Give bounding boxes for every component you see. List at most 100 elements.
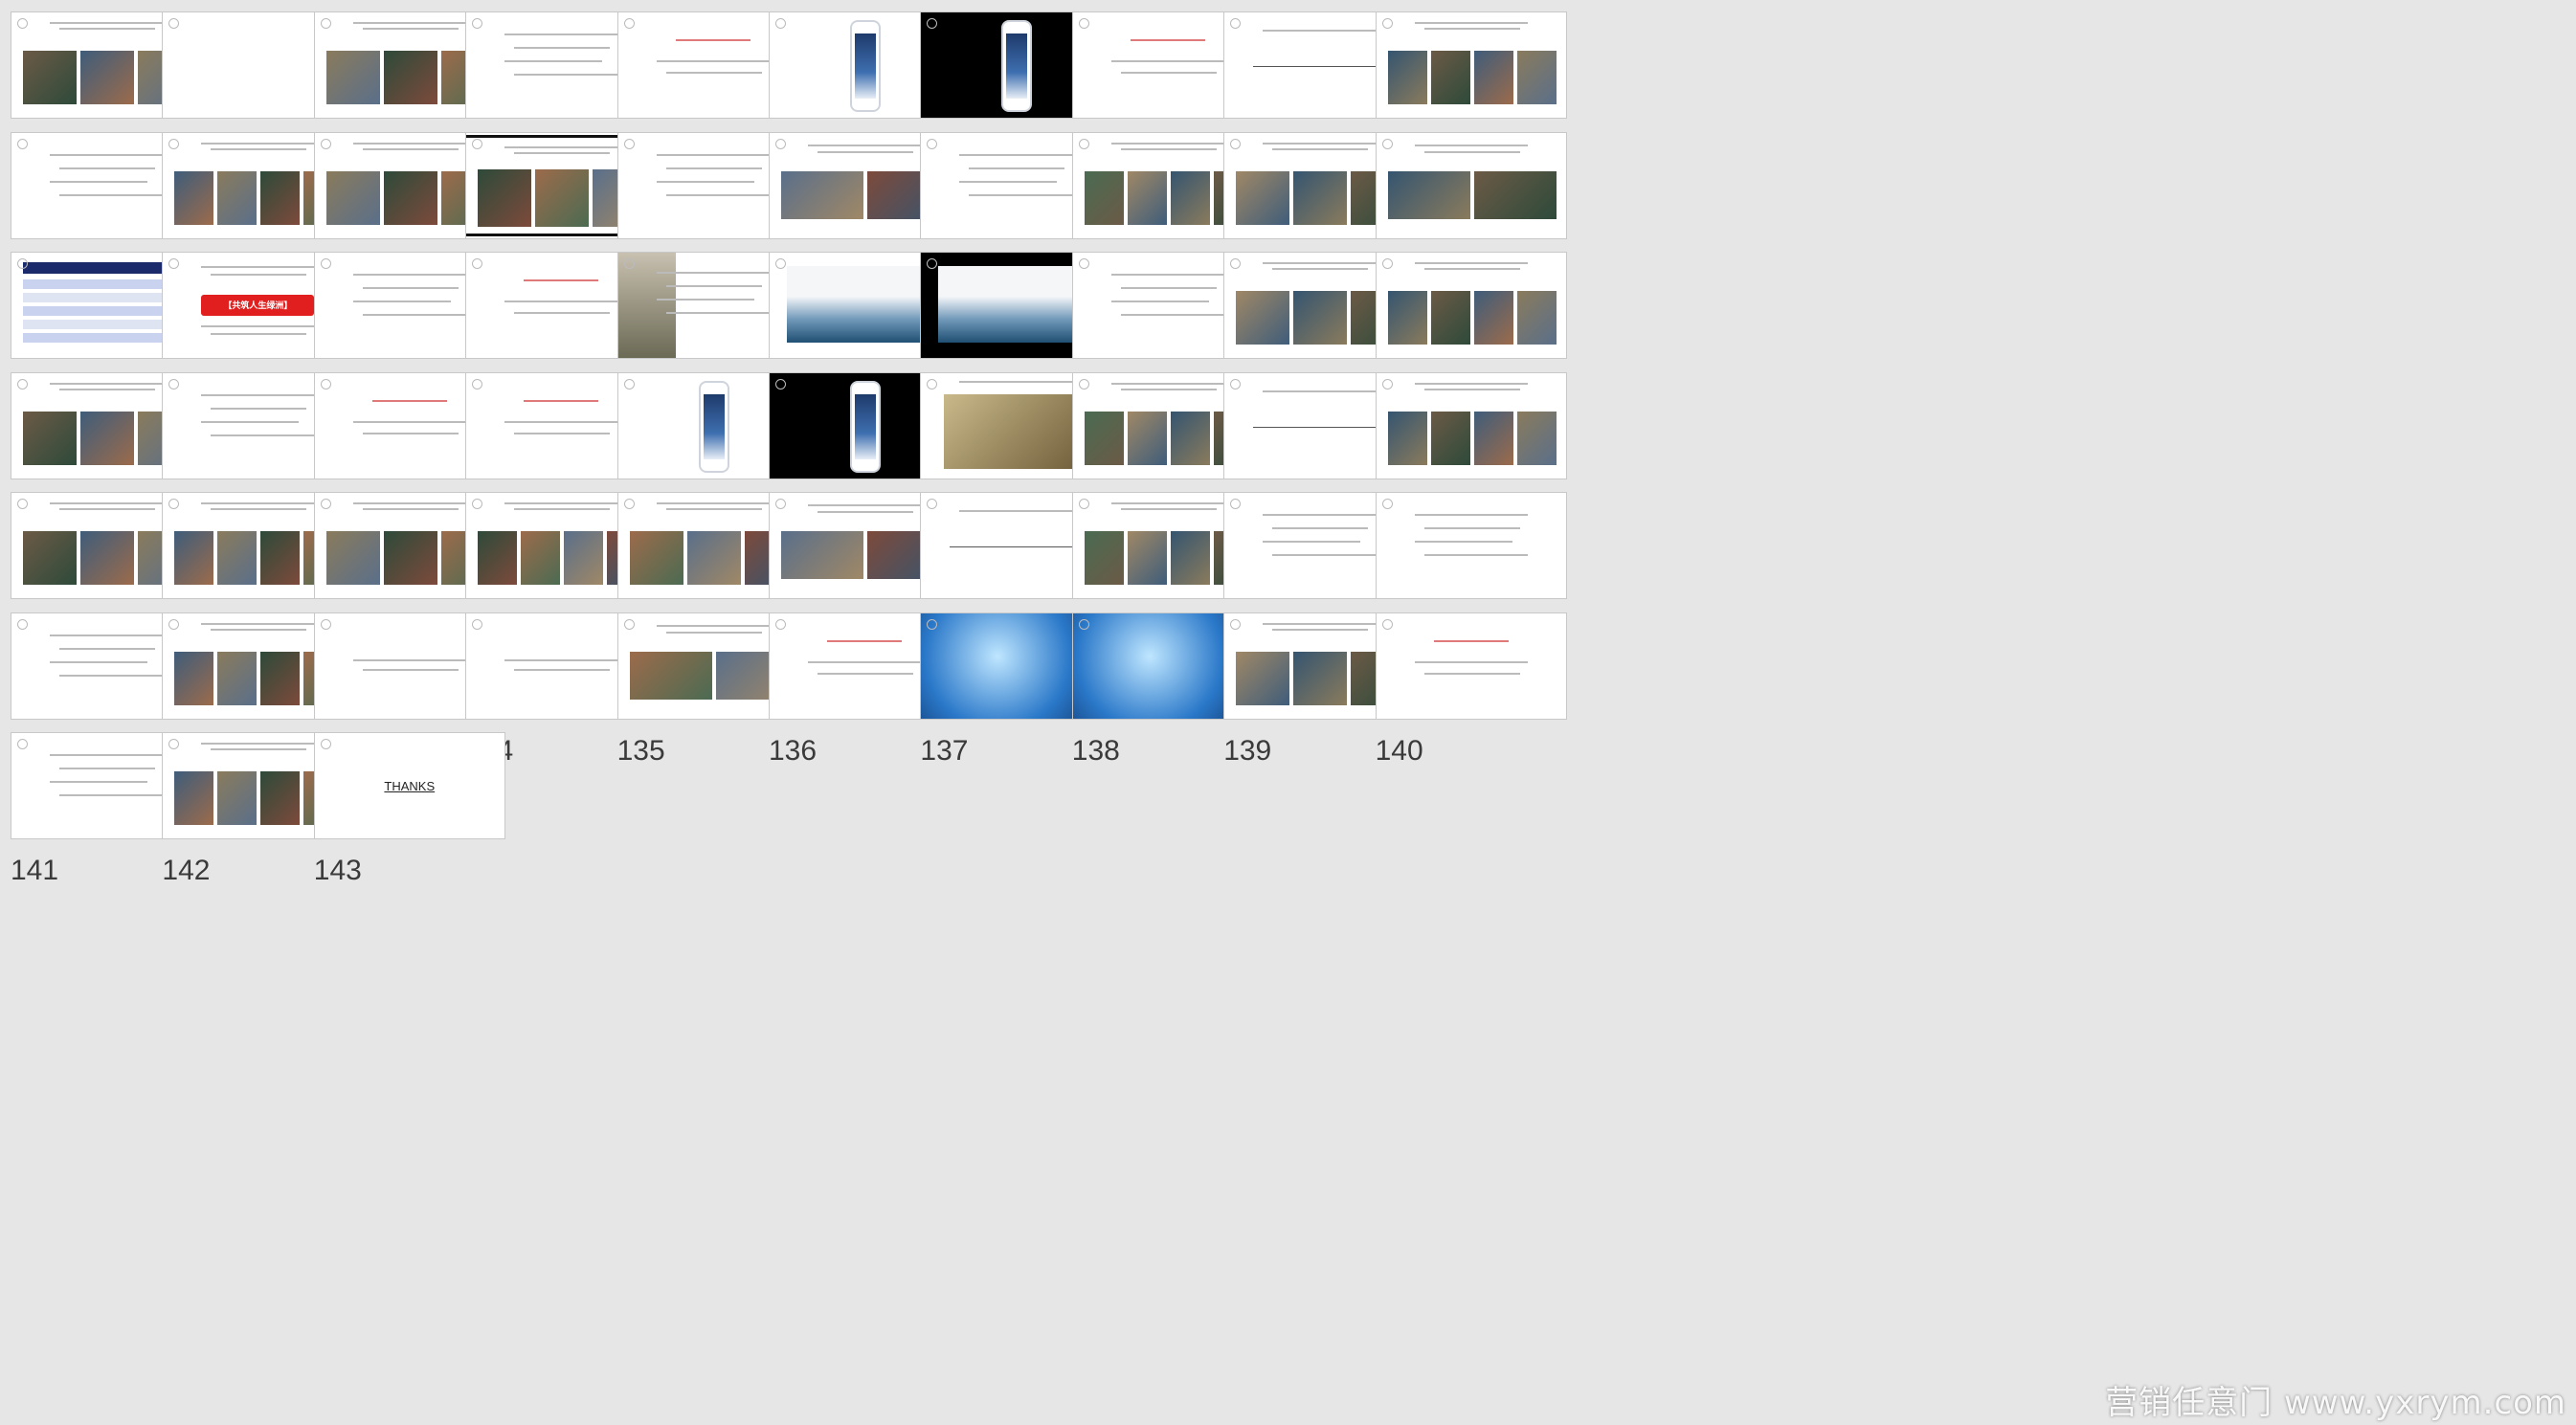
text-line <box>1120 388 1217 390</box>
slide-thumbnail-110[interactable]: 110 <box>1375 252 1569 405</box>
logo-icon <box>320 739 331 749</box>
thumb-photo <box>1473 291 1513 345</box>
text-line <box>1263 262 1377 264</box>
thumb-photo <box>1170 170 1210 225</box>
text-line <box>1263 30 1377 32</box>
logo-icon <box>775 378 786 390</box>
logo-icon <box>1230 618 1242 630</box>
text-line <box>514 668 611 671</box>
slide-thumbnail-143[interactable]: THANKS 143 <box>313 732 507 885</box>
thumb-photo <box>23 411 77 465</box>
logo-icon <box>1381 378 1393 390</box>
thumb-photo <box>629 531 683 585</box>
slide-preview[interactable] <box>1375 11 1567 119</box>
text-line <box>504 502 618 504</box>
red-highlight-bar: 【共筑人生绿洲】 <box>201 295 315 316</box>
slide-preview[interactable] <box>1375 371 1567 479</box>
slide-preview[interactable]: THANKS <box>313 732 505 839</box>
logo-icon <box>623 499 635 509</box>
text-line <box>1414 22 1528 24</box>
thumb-photo <box>1473 51 1513 104</box>
logo-icon <box>168 739 180 749</box>
logo-icon <box>927 499 938 509</box>
text-line <box>362 287 459 289</box>
text-line <box>59 794 163 796</box>
thumb-photo <box>1127 531 1167 585</box>
slide-thumbnail-130[interactable]: 130 <box>1375 492 1569 645</box>
text-line <box>1414 660 1528 663</box>
thumb-photo <box>383 170 437 225</box>
logo-icon <box>472 138 483 149</box>
slide-thumbnail-90[interactable]: 90 <box>1375 11 1569 165</box>
text-line <box>1272 554 1377 556</box>
slide-number: 137 <box>920 734 969 767</box>
logo-icon <box>472 499 483 509</box>
text-line <box>1110 274 1224 276</box>
text-line <box>1110 142 1224 145</box>
logo-icon <box>1230 18 1242 29</box>
text-line <box>362 314 466 316</box>
thumb-photo <box>535 168 590 227</box>
text-line <box>50 180 147 183</box>
phone-mockup <box>850 380 881 473</box>
slide-thumbnail-120[interactable]: 120 <box>1375 371 1569 524</box>
logo-icon <box>623 618 635 630</box>
text-line <box>1263 622 1377 625</box>
text-line <box>665 312 770 314</box>
logo-icon <box>775 499 786 509</box>
logo-icon <box>1078 499 1089 509</box>
slide-thumbnail-140[interactable]: 140 <box>1375 612 1569 765</box>
text-line <box>50 781 147 783</box>
logo-icon <box>168 138 180 149</box>
slide-thumbnail-100[interactable]: 100 <box>1375 131 1569 284</box>
logo-icon <box>1230 258 1242 269</box>
text-line <box>201 393 315 396</box>
slide-preview[interactable] <box>1375 131 1567 239</box>
thumb-photo <box>217 170 258 225</box>
thumb-photo <box>325 51 380 104</box>
text-line <box>1414 514 1528 516</box>
logo-icon <box>320 378 331 390</box>
thumb-photo <box>1084 170 1124 225</box>
slide-preview[interactable] <box>1375 252 1567 359</box>
text-line <box>50 754 163 756</box>
text-line <box>352 22 466 24</box>
thumb-photo <box>781 170 863 219</box>
text-line <box>362 28 459 30</box>
logo-icon <box>320 618 331 630</box>
text-line <box>59 388 155 390</box>
logo-icon <box>775 138 786 149</box>
text-line <box>1272 268 1369 270</box>
red-title-line <box>524 279 599 281</box>
text-line <box>808 660 921 663</box>
thumb-photo <box>23 531 77 585</box>
text-line <box>665 285 762 287</box>
phone-screen <box>1006 33 1028 99</box>
text-line <box>514 312 611 314</box>
thumb-photo <box>80 411 134 465</box>
text-line <box>514 508 611 510</box>
slide-preview[interactable] <box>1375 612 1567 720</box>
text-line <box>504 60 603 62</box>
text-line <box>1110 382 1224 385</box>
red-bar-text: 【共筑人生绿洲】 <box>223 301 293 310</box>
red-title-line <box>371 399 447 402</box>
logo-icon <box>320 499 331 509</box>
logo-icon <box>320 138 331 149</box>
text-line <box>59 193 163 196</box>
text-line <box>665 508 762 510</box>
thumb-photo <box>260 771 301 825</box>
text-line <box>808 144 921 146</box>
thumb-photo <box>1170 531 1210 585</box>
slide-preview[interactable] <box>1375 492 1567 599</box>
text-line <box>59 167 155 169</box>
phone-screen <box>855 393 876 459</box>
thumb-photo <box>1387 170 1470 219</box>
text-line <box>211 274 307 276</box>
logo-icon <box>17 258 28 269</box>
text-line <box>1110 60 1224 62</box>
thumb-photo <box>478 168 532 227</box>
text-line <box>50 634 163 636</box>
text-line <box>352 658 466 661</box>
slide-number: 135 <box>616 734 665 767</box>
